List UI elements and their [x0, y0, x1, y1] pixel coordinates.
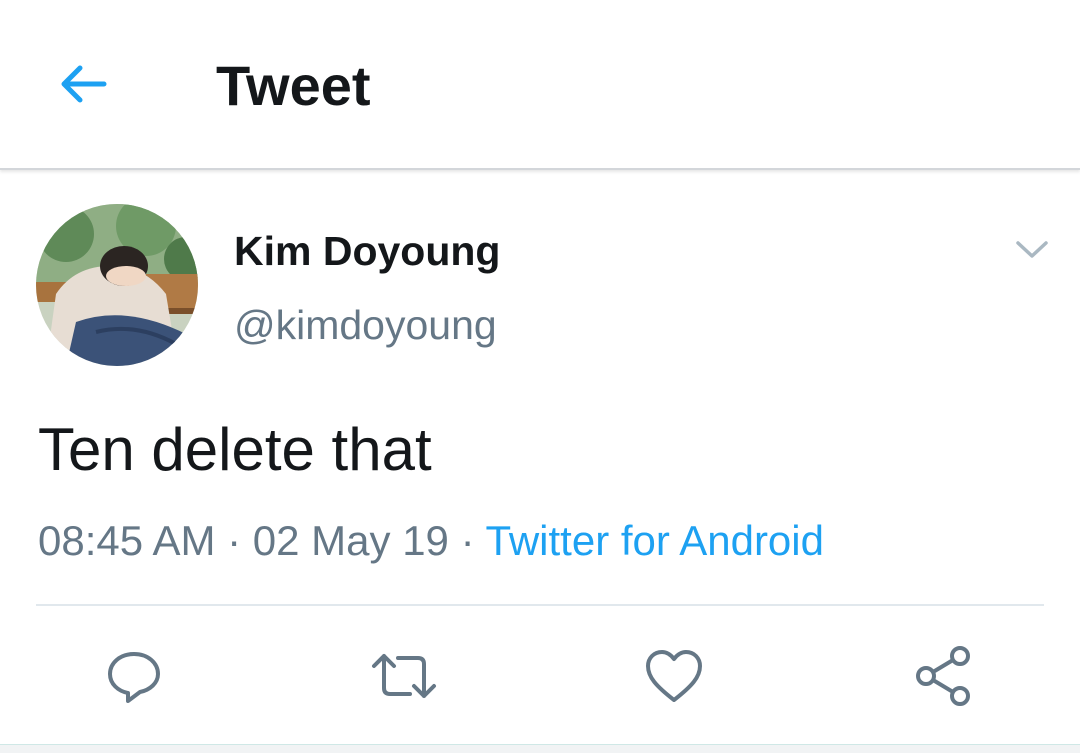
- retweet-button[interactable]: [368, 640, 440, 712]
- meta-separator: ·: [215, 517, 253, 564]
- arrow-left-icon: [61, 65, 107, 103]
- tweet-time: 08:45 AM: [38, 517, 216, 564]
- divider: [36, 604, 1044, 606]
- tweet-source-link[interactable]: Twitter for Android: [486, 517, 824, 564]
- share-icon: [916, 646, 970, 706]
- page-title: Tweet: [216, 54, 371, 117]
- tweet-date: 02 May 19: [252, 517, 449, 564]
- avatar[interactable]: [36, 204, 198, 366]
- share-button[interactable]: [908, 640, 980, 712]
- author-handle[interactable]: @kimdoyoung: [234, 300, 497, 350]
- tweet-meta: 08:45 AM · 02 May 19 · Twitter for Andro…: [38, 514, 824, 568]
- retweet-icon: [372, 654, 436, 698]
- reply-icon: [108, 652, 160, 703]
- author-display-name[interactable]: Kim Doyoung: [234, 226, 500, 276]
- profile-photo: [36, 204, 198, 366]
- like-button[interactable]: [638, 640, 710, 712]
- reply-button[interactable]: [98, 640, 170, 712]
- meta-separator: ·: [448, 517, 486, 564]
- heart-icon: [646, 650, 702, 702]
- tweet-text: Ten delete that: [38, 416, 432, 483]
- back-button[interactable]: [50, 56, 114, 112]
- top-app-bar: Tweet: [0, 0, 1080, 170]
- tweet-options-button[interactable]: [1010, 230, 1054, 270]
- chevron-down-icon: [1016, 241, 1048, 258]
